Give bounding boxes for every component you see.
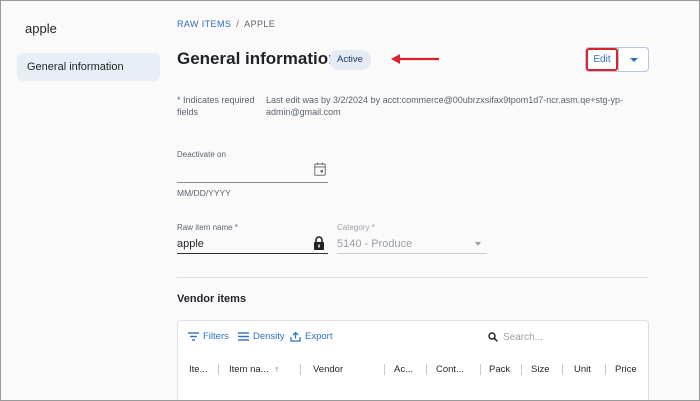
export-icon	[290, 331, 301, 342]
breadcrumb-raw-items[interactable]: RAW ITEMS	[177, 19, 231, 29]
column-header-pack[interactable]: Pack	[489, 364, 510, 375]
density-label: Density	[253, 331, 285, 342]
edit-options-dropdown[interactable]	[618, 48, 648, 71]
raw-item-name-underline	[177, 253, 328, 254]
column-header-price[interactable]: Price	[615, 364, 637, 375]
sidebar: apple General information	[1, 1, 169, 400]
breadcrumb-separator: /	[236, 19, 240, 29]
export-button[interactable]: Export	[290, 331, 332, 342]
category-select: 5140 - Produce	[337, 238, 413, 250]
deactivate-on-underline	[177, 182, 328, 183]
column-separator	[605, 364, 606, 375]
section-divider	[177, 277, 649, 278]
raw-item-name-field: apple	[177, 238, 204, 250]
column-header-active[interactable]: Ac...	[394, 364, 413, 375]
table-header-row: Ite... Item na... ↑ Vendor Ac... Cont... …	[178, 358, 648, 380]
lock-icon	[314, 236, 324, 250]
calendar-icon[interactable]	[314, 162, 326, 176]
column-separator	[480, 364, 481, 375]
category-chevron-down-icon	[475, 242, 481, 246]
vendor-items-title: Vendor items	[177, 293, 247, 305]
sort-up-icon[interactable]: ↑	[275, 364, 280, 374]
column-header-content[interactable]: Cont...	[436, 364, 464, 375]
last-edit-note: Last edit was by 3/2/2024 by acct:commer…	[266, 95, 624, 117]
deactivate-on-label: Deactivate on	[177, 150, 226, 159]
search-icon	[488, 332, 498, 342]
search-placeholder: Search...	[503, 331, 544, 343]
density-icon	[238, 332, 249, 341]
vendor-items-table: Filters Density Export Search... Ite... …	[177, 320, 649, 400]
breadcrumb-current: APPLE	[244, 19, 276, 29]
category-underline	[337, 253, 487, 254]
chevron-down-icon	[629, 57, 638, 62]
filters-button[interactable]: Filters	[188, 331, 229, 342]
breadcrumb: RAW ITEMS / APPLE	[177, 19, 275, 29]
column-header-vendor[interactable]: Vendor	[313, 364, 343, 375]
filters-label: Filters	[203, 331, 229, 342]
column-header-size[interactable]: Size	[531, 364, 549, 375]
sidebar-item-general-information[interactable]: General information	[17, 53, 160, 81]
app-window: apple General information RAW ITEMS / AP…	[0, 0, 700, 401]
page-title: General information	[177, 49, 339, 68]
column-separator	[218, 364, 219, 375]
column-header-item-name[interactable]: Item na... ↑	[229, 364, 279, 375]
column-separator	[300, 364, 301, 375]
edit-button-group: Edit	[585, 47, 649, 72]
column-header-item-name-label: Item na...	[229, 364, 269, 375]
category-label: Category *	[337, 223, 375, 232]
edit-button[interactable]: Edit	[586, 48, 618, 71]
status-badge: Active	[329, 50, 371, 70]
export-label: Export	[305, 331, 333, 342]
column-header-item-id[interactable]: Ite...	[189, 364, 207, 375]
sidebar-title: apple	[25, 21, 57, 36]
density-button[interactable]: Density	[238, 331, 285, 342]
filter-icon	[188, 332, 199, 341]
column-separator	[521, 364, 522, 375]
annotation-arrow-icon	[391, 54, 439, 64]
raw-item-name-label: Raw item name *	[177, 223, 238, 232]
deactivate-on-helper: MM/DD/YYYY	[177, 188, 231, 198]
column-header-unit[interactable]: Unit	[574, 364, 591, 375]
required-fields-note: * Indicates required fields	[177, 95, 255, 117]
column-separator	[384, 364, 385, 375]
column-separator	[562, 364, 563, 375]
vendor-search-input[interactable]: Search...	[488, 328, 638, 346]
main-content: RAW ITEMS / APPLE General information Ac…	[169, 1, 699, 400]
column-separator	[426, 364, 427, 375]
deactivate-on-input[interactable]	[177, 161, 312, 181]
